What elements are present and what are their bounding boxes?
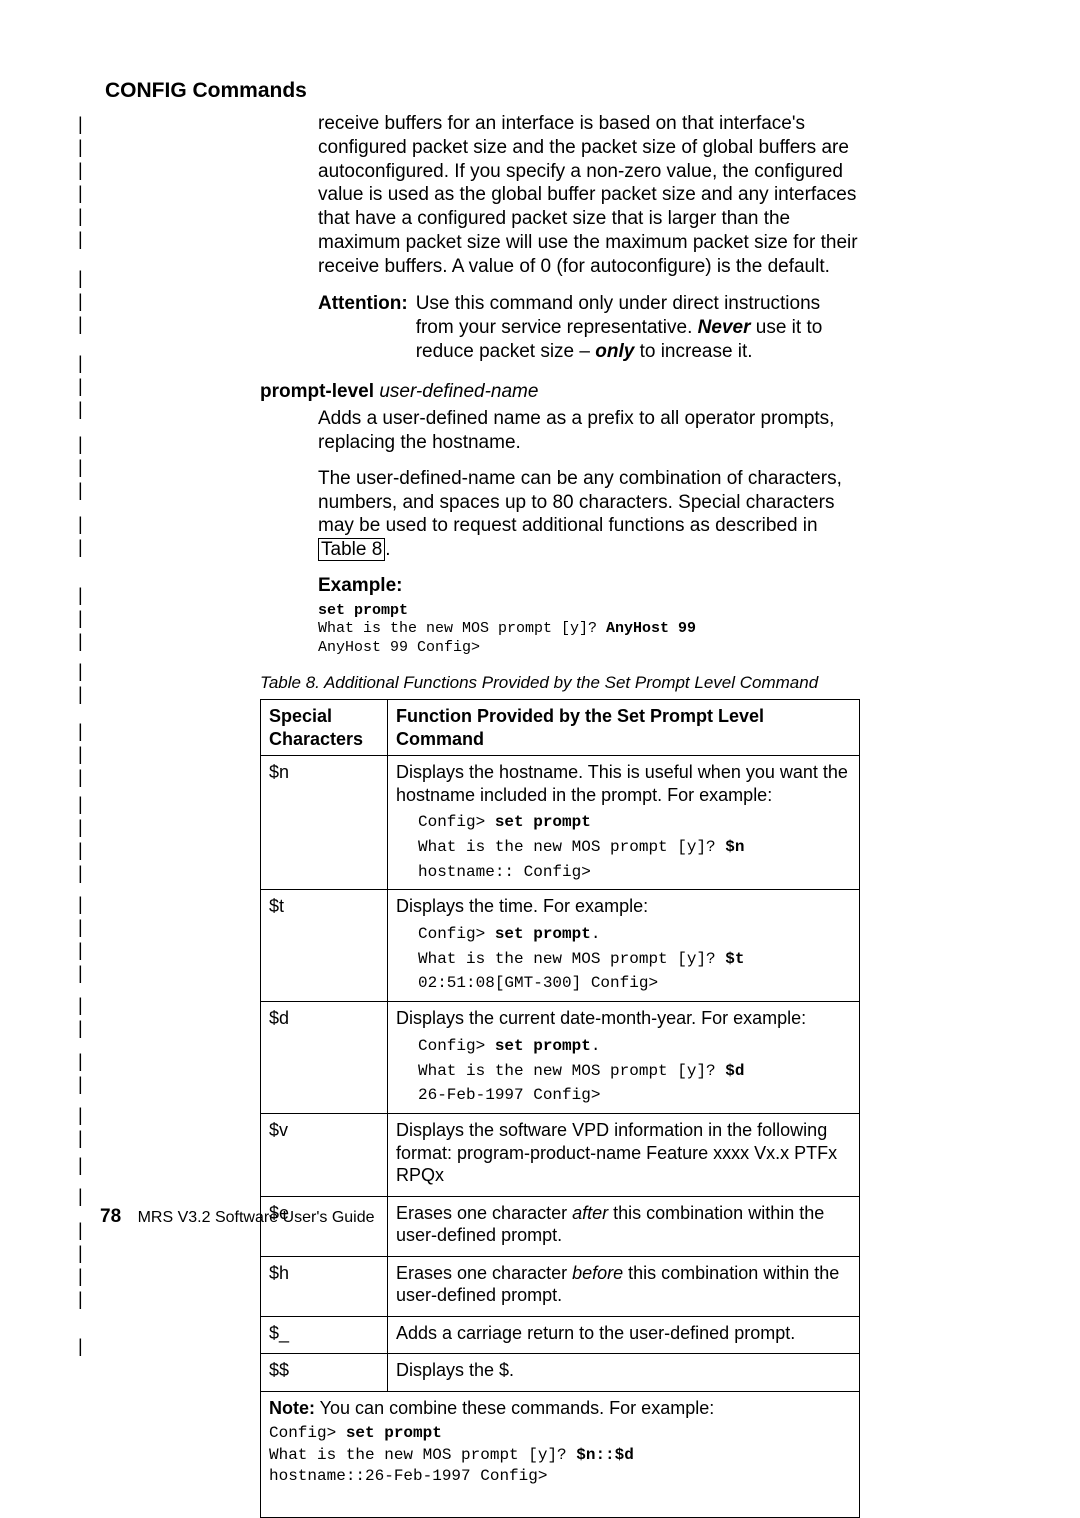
function-desc-cell: Displays the hostname. This is useful wh… bbox=[388, 756, 860, 890]
code: What is the new MOS prompt [y]? bbox=[318, 620, 606, 637]
cell-code: Config> set prompt What is the new MOS p… bbox=[418, 810, 851, 884]
table-row: $t Displays the time. For example: Config>… bbox=[261, 890, 860, 1002]
table-header-col1: SpecialCharacters bbox=[261, 700, 388, 756]
revision-bar: || bbox=[78, 513, 81, 559]
code: AnyHost 99 Config> bbox=[318, 639, 480, 656]
text: The user-defined-name can be any combina… bbox=[318, 468, 842, 537]
revision-bar: ||| bbox=[78, 433, 81, 502]
term-para-1: Adds a user-defined name as a prefix to … bbox=[318, 407, 860, 455]
function-desc-cell: Displays the $. bbox=[388, 1354, 860, 1392]
footer-doc-title: MRS V3.2 Software User's Guide bbox=[138, 1209, 375, 1226]
emphasis-never: Never bbox=[698, 317, 751, 338]
emphasis-only: only bbox=[595, 341, 634, 362]
revision-bar: || bbox=[78, 994, 81, 1040]
revision-bar: ||| bbox=[78, 352, 81, 421]
cell-code: Config> set prompt. What is the new MOS … bbox=[418, 922, 851, 996]
revision-bar: | bbox=[78, 1154, 81, 1177]
cell-description: Displays the current date-month-year. Fo… bbox=[396, 1007, 851, 1030]
table-header-col2: Function Provided by the Set Prompt Leve… bbox=[388, 700, 860, 756]
special-char-cell: $d bbox=[261, 1002, 388, 1114]
revision-bar: ||| bbox=[78, 720, 81, 789]
function-desc-cell: Displays the current date-month-year. Fo… bbox=[388, 1002, 860, 1114]
table-note-row: Note: You can combine these commands. Fo… bbox=[261, 1391, 860, 1517]
page-number: 78 bbox=[100, 1206, 121, 1227]
example-label: Example: bbox=[318, 574, 860, 598]
table-8: SpecialCharacters Function Provided by t… bbox=[260, 699, 860, 1518]
cell-description: Adds a carriage return to the user-defin… bbox=[396, 1322, 851, 1345]
revision-bar: |||| bbox=[78, 1219, 81, 1311]
term-para-2: The user-defined-name can be any combina… bbox=[318, 467, 860, 562]
revision-bar: | bbox=[78, 1185, 81, 1208]
special-char-cell: $h bbox=[261, 1256, 388, 1316]
table-row: $vDisplays the software VPD information … bbox=[261, 1114, 860, 1197]
revision-bar: |||| bbox=[78, 893, 81, 985]
table-8-link[interactable]: Table 8 bbox=[318, 538, 385, 561]
revision-bar: | bbox=[78, 1335, 81, 1358]
term-keyword: prompt-level bbox=[260, 381, 374, 402]
table-note-cell: Note: You can combine these commands. Fo… bbox=[261, 1391, 860, 1517]
special-char-cell: $t bbox=[261, 890, 388, 1002]
cell-code: Config> set prompt. What is the new MOS … bbox=[418, 1034, 851, 1108]
revision-bar: || bbox=[78, 1104, 81, 1150]
attention-body: Use this command only under direct instr… bbox=[416, 292, 860, 363]
function-desc-cell: Erases one character before this combina… bbox=[388, 1256, 860, 1316]
code-bold: AnyHost 99 bbox=[606, 620, 696, 637]
cell-description: Displays the hostname. This is useful wh… bbox=[396, 761, 851, 806]
table-row: $d Displays the current date-month-year. … bbox=[261, 1002, 860, 1114]
attention-label: Attention: bbox=[318, 292, 408, 363]
table-row: $$ Displays the $. bbox=[261, 1354, 860, 1392]
text: to increase it. bbox=[634, 341, 752, 362]
revision-bar: || bbox=[78, 660, 81, 706]
function-desc-cell: Adds a carriage return to the user-defin… bbox=[388, 1316, 860, 1354]
example-code: set prompt What is the new MOS prompt [y… bbox=[318, 602, 860, 658]
term-definition: prompt-level user-defined-name bbox=[260, 380, 860, 404]
function-desc-cell: Displays the software VPD information in… bbox=[388, 1114, 860, 1197]
cell-description: Displays the $. bbox=[396, 1359, 851, 1382]
section-heading: CONFIG Commands bbox=[105, 78, 307, 104]
revision-bar: ||| bbox=[78, 584, 81, 653]
attention-block: Attention: Use this command only under d… bbox=[318, 292, 860, 363]
text: . bbox=[385, 539, 390, 560]
revision-bar: || bbox=[78, 1050, 81, 1096]
table-caption: Table 8. Additional Functions Provided b… bbox=[260, 672, 860, 693]
intro-paragraph: receive buffers for an interface is base… bbox=[318, 112, 860, 278]
table-row: $nDisplays the hostname. This is useful … bbox=[261, 756, 860, 890]
special-char-cell: $_ bbox=[261, 1316, 388, 1354]
special-char-cell: $n bbox=[261, 756, 388, 890]
code-bold: set prompt bbox=[318, 602, 408, 619]
table-row: $hErases one character before this combi… bbox=[261, 1256, 860, 1316]
cell-description: Displays the time. For example: bbox=[396, 895, 851, 918]
function-desc-cell: Displays the time. For example: Config> s… bbox=[388, 890, 860, 1002]
special-char-cell: $v bbox=[261, 1114, 388, 1197]
term-arg: user-defined-name bbox=[379, 381, 538, 402]
cell-description: Erases one character after this combinat… bbox=[396, 1202, 851, 1247]
function-desc-cell: Erases one character after this combinat… bbox=[388, 1196, 860, 1256]
note-code: Config> set prompt What is the new MOS p… bbox=[269, 1423, 851, 1488]
revision-bar: |||| bbox=[78, 793, 81, 885]
special-char-cell: $$ bbox=[261, 1354, 388, 1392]
cell-description: Displays the software VPD information in… bbox=[396, 1119, 851, 1187]
revision-bar: |||||| bbox=[78, 113, 81, 251]
table-row: $_ Adds a carriage return to the user-def… bbox=[261, 1316, 860, 1354]
revision-bar: ||| bbox=[78, 267, 81, 336]
cell-description: Erases one character before this combina… bbox=[396, 1262, 851, 1307]
page-footer: 78 MRS V3.2 Software User's Guide bbox=[100, 1205, 375, 1229]
